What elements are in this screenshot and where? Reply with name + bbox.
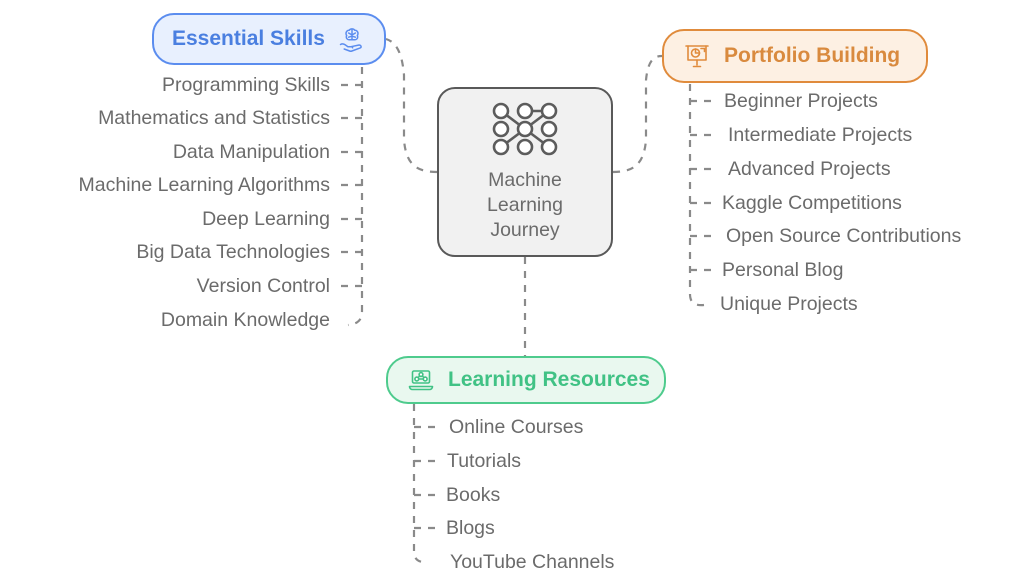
branch-node-essential-skills[interactable]: Essential Skills: [152, 13, 386, 65]
leaf-essential-7[interactable]: Domain Knowledge: [161, 309, 330, 331]
leaf-essential-3[interactable]: Machine Learning Algorithms: [79, 174, 330, 196]
leaf-essential-0[interactable]: Programming Skills: [162, 74, 330, 96]
leaf-portfolio-4[interactable]: Open Source Contributions: [726, 225, 961, 247]
brain-in-hand-icon: [337, 24, 367, 54]
leaf-portfolio-3[interactable]: Kaggle Competitions: [722, 192, 902, 214]
leaf-portfolio-6[interactable]: Unique Projects: [720, 293, 858, 315]
center-node-label: Machine Learning Journey: [487, 169, 563, 241]
leaf-learning-1[interactable]: Tutorials: [447, 450, 521, 472]
edge-center-essential: [385, 37, 438, 174]
leaf-learning-2[interactable]: Books: [446, 484, 500, 506]
branch-label-learning-resources: Learning Resources: [448, 368, 650, 391]
laptop-network-icon: [406, 365, 436, 395]
leaf-portfolio-5[interactable]: Personal Blog: [722, 259, 843, 281]
spine-learning: [412, 404, 429, 564]
leaf-essential-4[interactable]: Deep Learning: [202, 208, 330, 230]
leaf-learning-4[interactable]: YouTube Channels: [450, 551, 614, 573]
leaf-portfolio-1[interactable]: Intermediate Projects: [728, 124, 912, 146]
center-node[interactable]: Machine Learning Journey: [437, 87, 613, 257]
branch-label-portfolio-building: Portfolio Building: [724, 44, 901, 67]
leaf-essential-1[interactable]: Mathematics and Statistics: [98, 107, 330, 129]
leaf-essential-6[interactable]: Version Control: [197, 275, 330, 297]
branch-node-learning-resources[interactable]: Learning Resources: [386, 356, 666, 404]
leaf-portfolio-0[interactable]: Beginner Projects: [724, 90, 878, 112]
leaf-portfolio-2[interactable]: Advanced Projects: [728, 158, 891, 180]
branch-label-essential-skills: Essential Skills: [172, 27, 325, 50]
leaf-learning-0[interactable]: Online Courses: [449, 416, 583, 438]
mindmap-canvas: Machine Learning Journey Essential Skill…: [0, 0, 1024, 585]
neural-network-icon: [488, 101, 562, 162]
leaf-essential-2[interactable]: Data Manipulation: [173, 141, 330, 163]
leaf-essential-5[interactable]: Big Data Technologies: [136, 241, 330, 263]
leaf-learning-3[interactable]: Blogs: [446, 517, 495, 539]
branch-node-portfolio-building[interactable]: Portfolio Building: [662, 29, 928, 83]
edge-center-portfolio: [612, 54, 663, 174]
spine-portfolio: [688, 56, 705, 307]
presentation-chart-icon: [682, 41, 712, 71]
spine-essential: [347, 39, 364, 327]
